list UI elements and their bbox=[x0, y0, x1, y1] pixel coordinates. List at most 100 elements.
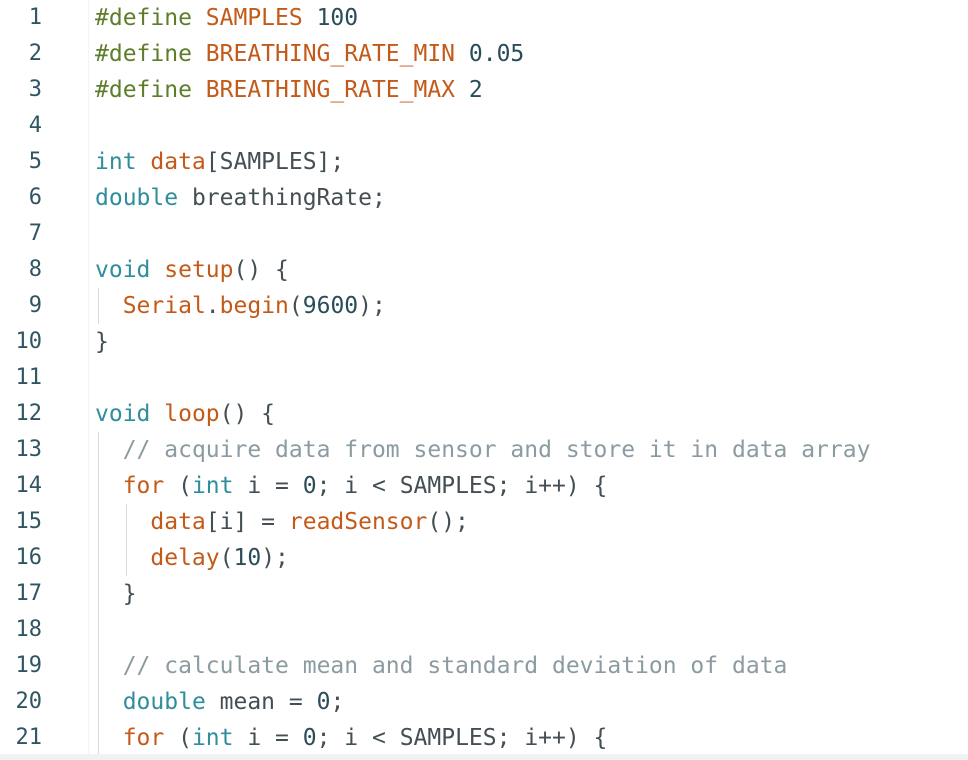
code-token: void bbox=[95, 257, 165, 283]
code-token: ( bbox=[219, 545, 234, 571]
indent-guide-loop bbox=[98, 432, 99, 756]
code-token: ; i < SAMPLES; i++) { bbox=[316, 473, 608, 499]
line-number: 6 bbox=[28, 185, 42, 210]
code-line[interactable]: double mean = 0; bbox=[95, 684, 345, 720]
code-token: mean = bbox=[205, 689, 317, 715]
code-token: loop bbox=[164, 401, 220, 427]
code-token: i = bbox=[233, 473, 303, 499]
indent-guide-for bbox=[126, 504, 127, 576]
code-line[interactable]: } bbox=[95, 324, 109, 360]
code-token: i = bbox=[233, 725, 303, 751]
code-token: #define bbox=[95, 77, 206, 103]
code-token: BREATHING_RATE_MAX bbox=[205, 77, 456, 103]
line-number: 7 bbox=[28, 221, 42, 246]
code-line[interactable]: Serial.begin(9600); bbox=[95, 288, 386, 324]
code-token: (); bbox=[427, 509, 469, 535]
code-token: 10 bbox=[233, 545, 262, 571]
line-number: 20 bbox=[15, 689, 43, 714]
horizontal-scrollbar[interactable] bbox=[0, 754, 968, 760]
code-token: // acquire data from sensor and store it… bbox=[122, 437, 871, 463]
line-number: 5 bbox=[28, 149, 42, 174]
code-line[interactable]: // acquire data from sensor and store it… bbox=[95, 432, 871, 468]
code-token: BREATHING_RATE_MIN bbox=[205, 41, 456, 67]
code-line[interactable]: #define BREATHING_RATE_MAX 2 bbox=[95, 72, 483, 108]
code-line[interactable]: int data[SAMPLES]; bbox=[95, 144, 344, 180]
code-line[interactable]: delay(10); bbox=[95, 540, 289, 576]
line-number: 15 bbox=[15, 509, 43, 534]
code-token: . bbox=[205, 293, 220, 319]
code-token: for bbox=[122, 725, 165, 751]
code-token: // calculate mean and standard deviation… bbox=[122, 653, 788, 679]
code-line[interactable]: data[i] = readSensor(); bbox=[95, 504, 469, 540]
code-line[interactable]: void setup() { bbox=[95, 252, 289, 288]
code-token: ; bbox=[330, 689, 345, 715]
line-number: 9 bbox=[28, 293, 42, 318]
code-token: breathingRate; bbox=[191, 185, 386, 211]
code-token: 9600 bbox=[302, 293, 359, 319]
line-number-gutter: 1 2 3 4 5 6 7 8 9 10 11 12 13 14 15 16 17 18 19 20 21 bbox=[0, 0, 58, 760]
line-number: 18 bbox=[15, 617, 43, 642]
code-token: int bbox=[95, 149, 151, 175]
code-token: [SAMPLES]; bbox=[205, 149, 345, 175]
code-token: double bbox=[122, 689, 206, 715]
code-token: ( bbox=[164, 473, 192, 499]
code-token: } bbox=[95, 581, 137, 607]
code-editor[interactable]: 1 2 3 4 5 6 7 8 9 10 11 12 13 14 15 16 17 18 19 20 21 #defin… bbox=[0, 0, 968, 760]
line-number: 16 bbox=[15, 545, 43, 570]
code-token: setup bbox=[164, 257, 234, 283]
code-token: data bbox=[150, 509, 206, 535]
code-token: void bbox=[95, 401, 165, 427]
code-token: () { bbox=[233, 257, 289, 283]
code-token: 100 bbox=[302, 5, 359, 31]
code-line[interactable]: #define SAMPLES 100 bbox=[95, 0, 358, 36]
code-line[interactable]: void loop() { bbox=[95, 396, 275, 432]
code-token: ); bbox=[261, 545, 289, 571]
code-line[interactable]: #define BREATHING_RATE_MIN 0.05 bbox=[95, 36, 524, 72]
line-number: 2 bbox=[28, 41, 42, 66]
line-number: 12 bbox=[15, 401, 43, 426]
line-number: 11 bbox=[15, 365, 43, 390]
line-number: 4 bbox=[28, 113, 42, 138]
code-token: #define bbox=[95, 41, 206, 67]
code-token: 0 bbox=[302, 725, 317, 751]
code-token: double bbox=[95, 185, 192, 211]
code-token: ); bbox=[358, 293, 386, 319]
code-token: 2 bbox=[455, 77, 483, 103]
code-token: int bbox=[191, 725, 234, 751]
code-line[interactable]: double breathingRate; bbox=[95, 180, 386, 216]
code-token: [i] = bbox=[205, 509, 289, 535]
code-line[interactable]: } bbox=[95, 576, 137, 612]
code-line[interactable]: // calculate mean and standard deviation… bbox=[95, 648, 788, 684]
line-number: 13 bbox=[15, 437, 43, 462]
code-token: for bbox=[122, 473, 165, 499]
line-number: 10 bbox=[15, 329, 43, 354]
gutter-separator bbox=[88, 0, 89, 760]
line-number: 17 bbox=[15, 581, 43, 606]
code-line[interactable]: for (int i = 0; i < SAMPLES; i++) { bbox=[95, 720, 608, 756]
code-token: } bbox=[95, 329, 109, 355]
code-token: ( bbox=[164, 725, 192, 751]
code-token: begin bbox=[219, 293, 289, 319]
code-line[interactable]: for (int i = 0; i < SAMPLES; i++) { bbox=[95, 468, 608, 504]
code-token: int bbox=[191, 473, 234, 499]
line-number: 19 bbox=[15, 653, 43, 678]
code-token: () { bbox=[219, 401, 276, 427]
code-token: data bbox=[150, 149, 206, 175]
code-token: 0 bbox=[302, 473, 317, 499]
code-token: ; i < SAMPLES; i++) { bbox=[316, 725, 608, 751]
line-number: 3 bbox=[28, 77, 42, 102]
code-token: 0.05 bbox=[455, 41, 525, 67]
indent-guide-setup bbox=[98, 288, 99, 324]
code-token: 0 bbox=[316, 689, 331, 715]
code-token: Serial bbox=[122, 293, 206, 319]
code-token: delay bbox=[150, 545, 220, 571]
line-number: 21 bbox=[15, 725, 43, 750]
line-number: 8 bbox=[28, 257, 42, 282]
